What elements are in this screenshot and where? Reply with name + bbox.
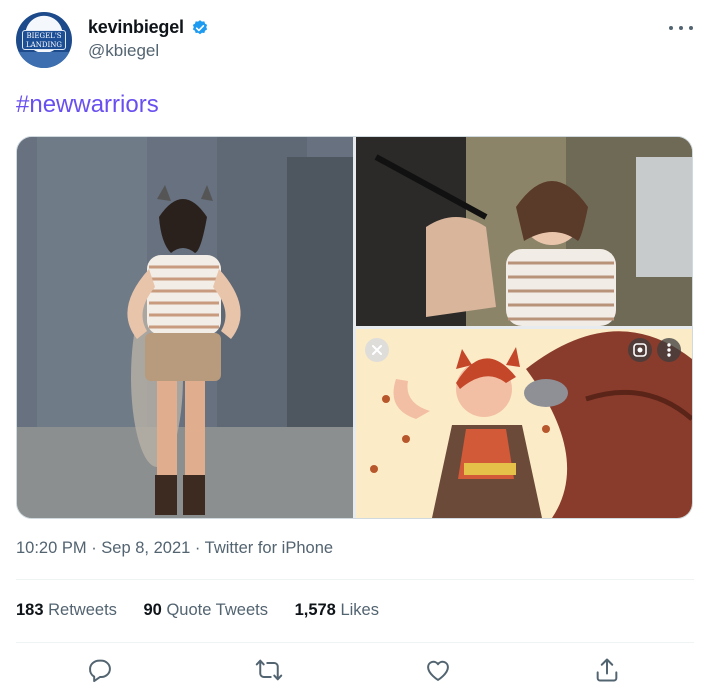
photo-cosplay-closeup-art	[356, 137, 692, 326]
close-icon-glyph	[372, 345, 382, 355]
tweet-date[interactable]: Sep 8, 2021	[101, 539, 190, 557]
quotes-count: 90	[143, 601, 162, 619]
quote-tweets-stat[interactable]: 90 Quote Tweets	[144, 601, 268, 619]
lens-search-icon[interactable]	[628, 338, 652, 362]
author-handle[interactable]: @kbiegel	[88, 41, 159, 61]
avatar-ground	[16, 52, 72, 68]
meta-separator-2: ·	[190, 539, 205, 557]
like-icon[interactable]	[424, 656, 452, 684]
photo-cosplay-full-body-art	[17, 137, 353, 518]
retweet-icon[interactable]	[255, 656, 283, 684]
tweet-hashtag[interactable]: #newwarriors	[16, 91, 159, 119]
lens-search-glyph	[633, 343, 647, 357]
retweets-count: 183	[16, 601, 44, 619]
author-avatar[interactable]: BIEGEL'S LANDING	[16, 12, 72, 68]
close-icon[interactable]	[365, 338, 389, 362]
tweet-time[interactable]: 10:20 PM	[16, 539, 87, 557]
avatar-sign-text: BIEGEL'S LANDING	[22, 30, 66, 50]
more-vertical-icon[interactable]	[657, 338, 681, 362]
more-options-icon[interactable]	[666, 18, 696, 38]
retweets-stat[interactable]: 183 Retweets	[16, 601, 117, 619]
tweet-stats: 183 Retweets 90 Quote Tweets 1,578 Likes	[16, 601, 401, 620]
media-grid	[16, 136, 693, 519]
comic-squirrel-girl-art[interactable]	[356, 329, 692, 518]
meta-separator: ·	[86, 539, 102, 557]
reply-icon[interactable]	[86, 656, 114, 684]
likes-stat[interactable]: 1,578 Likes	[295, 601, 379, 619]
tweet-meta: 10:20 PM · Sep 8, 2021 · Twitter for iPh…	[16, 539, 333, 558]
likes-count: 1,578	[294, 601, 336, 619]
retweets-label: Retweets	[48, 601, 117, 619]
share-icon[interactable]	[593, 656, 621, 684]
divider-top	[16, 579, 694, 580]
photo-cosplay-full-body[interactable]	[17, 137, 353, 518]
divider-bottom	[16, 642, 694, 643]
photo-cosplay-closeup[interactable]	[356, 137, 692, 326]
author-name[interactable]: kevinbiegel	[88, 17, 184, 38]
tweet-source[interactable]: Twitter for iPhone	[205, 539, 333, 557]
verified-badge-icon	[192, 20, 208, 35]
likes-label: Likes	[340, 601, 379, 619]
more-vertical-glyph	[667, 343, 671, 357]
quotes-label: Quote Tweets	[166, 601, 268, 619]
